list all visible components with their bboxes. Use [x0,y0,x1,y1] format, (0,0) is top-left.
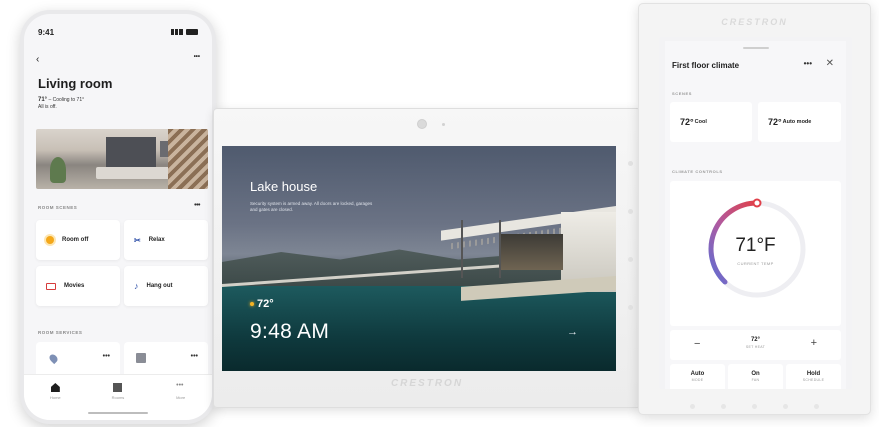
light-button[interactable] [752,404,757,409]
scene-temp: 72° [680,117,694,127]
scenes-more-button[interactable]: ••• [194,202,200,209]
scenes-label: SCENES [672,91,693,96]
current-temp: 71°F [735,235,776,256]
camera-icon [417,119,427,129]
scene-label: Relax [148,237,165,243]
phone-device: 9:41 ‹ ••• Living room 71° – Cooling to … [20,10,216,424]
sheet-grabber[interactable] [742,47,769,49]
schedule-label: SCHEDULE [802,378,825,382]
relax-icon: ✂ [134,235,141,245]
scene-label: Room off [62,237,89,243]
climate-sheet: First floor climate ••• ✕ SCENES 72° Cool… [665,41,846,389]
brand-logo: CRESTRON [721,17,788,27]
tab-rooms[interactable]: Rooms [103,383,133,420]
phone-nav: ‹ ••• [36,54,200,65]
room-cooling-text: – Cooling to 71° [47,97,85,103]
tab-label: More [176,395,186,400]
tab-label: Home [49,395,61,400]
volume-down-button[interactable] [783,404,788,409]
mode-label: MODE [691,378,704,382]
room-services-label: ROOM SERVICES [38,330,83,335]
current-temp-label: CURRENT TEMP [737,261,774,266]
dial-handle[interactable] [752,198,762,208]
scene-word: Cool [694,119,707,125]
rooms-icon [113,383,123,392]
room-status: 71° – Cooling to 71° All is off. [38,97,84,111]
room-status-line2: All is off. [38,104,57,110]
scene-label: Movies [64,283,85,289]
location-pin-icon [47,352,60,365]
scene-cool[interactable]: 72° Cool [670,102,752,142]
home-name: Lake house [250,179,318,194]
scene-auto-mode[interactable]: 72° Auto mode [758,102,841,142]
music-note-icon: ♪ [134,281,139,291]
mode-value: Auto [690,371,705,377]
product-showcase: 9:41 ‹ ••• Living room 71° – Cooling to … [0,0,879,427]
service-tile-shades[interactable]: ••• [124,342,208,378]
status-time: 9:41 [38,27,55,37]
scene-hang-out[interactable]: ♪ Hang out [124,266,208,306]
sheet-title: First floor climate [672,61,740,70]
more-button[interactable]: ••• [804,59,812,68]
service-tile-location[interactable]: ••• [36,342,120,378]
phone-screen: 9:41 ‹ ••• Living room 71° – Cooling to … [24,14,212,420]
scene-label: Hang out [146,283,173,289]
home-button[interactable] [721,404,726,409]
close-icon[interactable]: ✕ [826,58,834,69]
room-photo [36,129,208,189]
clock-time: 9:48 AM [250,320,330,343]
increase-button[interactable]: + [811,337,817,349]
service-more-button[interactable]: ••• [103,353,110,360]
climate-controls-label: CLIMATE CONTROLS [672,169,723,174]
tab-home[interactable]: Home [40,383,70,420]
power-button[interactable] [690,404,695,409]
status-bar: 9:41 [38,26,198,38]
signal-icon [171,29,183,35]
back-icon[interactable]: ‹ [36,54,39,65]
scene-movies[interactable]: Movies [36,266,120,306]
room-temp: 71° [38,97,48,103]
scene-relax[interactable]: ✂ Relax [124,220,208,260]
hard-buttons [639,404,870,409]
tab-more[interactable]: ••• More [166,382,196,420]
scene-word: Auto mode [782,119,812,125]
wall-touch-panel: Lake house Security system is armed away… [213,108,641,408]
home-icon [50,383,60,392]
volume-up-button[interactable] [814,404,819,409]
temp-value: 72° [257,298,274,310]
room-scenes-label: ROOM SCENES [38,205,78,210]
outdoor-temp: 72° [250,298,274,310]
battery-icon [186,29,198,35]
tablet-screen: First floor climate ••• ✕ SCENES 72° Cool… [659,37,852,389]
tab-label: Rooms [111,395,125,400]
setpoint-control: − 72° SET HEAT + [670,330,841,360]
home-indicator [88,412,148,414]
sun-icon [46,236,54,244]
service-more-button[interactable]: ••• [191,353,198,360]
fan-label: FAN [751,378,760,382]
fan-value: On [751,371,760,377]
brand-logo: CRESTRON [390,378,464,389]
more-icon: ••• [176,382,184,389]
scene-temp: 72° [768,117,782,127]
sun-icon [250,302,254,306]
sensor-dot [442,123,445,126]
schedule-value: Hold [806,371,821,377]
more-button[interactable]: ••• [194,54,200,65]
tv-icon [46,282,56,290]
arrow-right-icon[interactable]: → [567,326,578,338]
security-status: Security system is armed away. All doors… [250,201,373,212]
panel-screen: Lake house Security system is armed away… [222,146,616,371]
climate-touch-panel: CRESTRON First floor climate ••• ✕ SCENE… [638,3,871,415]
scene-room-off[interactable]: Room off [36,220,120,260]
shade-icon [136,353,146,363]
mode-button[interactable]: Auto MODE [670,364,725,389]
page-title: Living room [38,76,113,91]
fan-button[interactable]: On FAN [728,364,783,389]
thermostat-card: 71°F CURRENT TEMP [670,181,841,326]
house-image [441,206,616,301]
schedule-button[interactable]: Hold SCHEDULE [786,364,841,389]
